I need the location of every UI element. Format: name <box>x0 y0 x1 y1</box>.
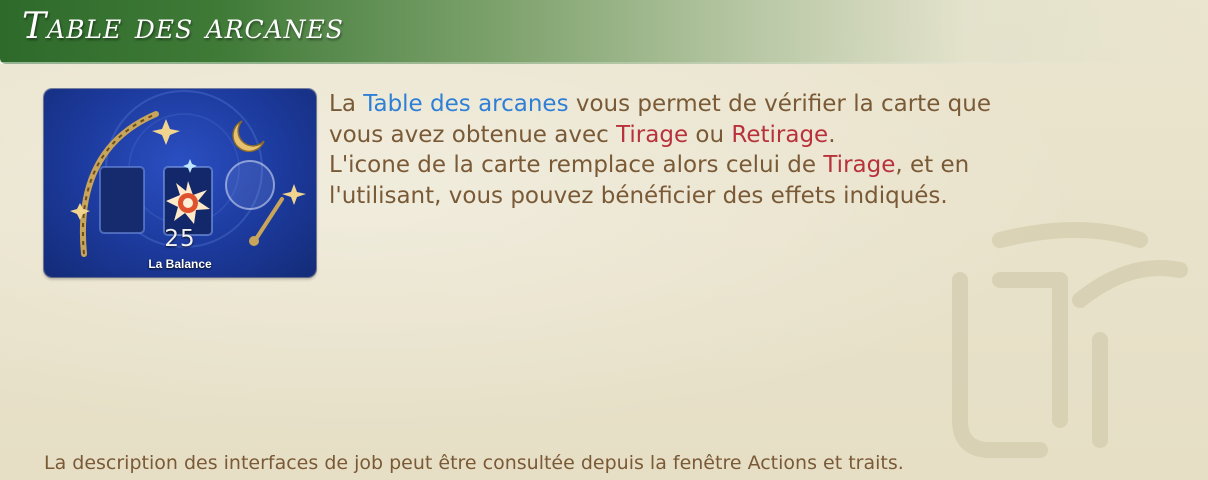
title-bar: Table des arcanes <box>0 0 1208 64</box>
description-text: La Table des arcanes vous permet de véri… <box>329 89 1199 211</box>
text-segment: . <box>828 121 836 148</box>
keyword-tirage: Tirage <box>823 152 896 178</box>
description-line: vous avez obtenue avec Tirage ou Retirag… <box>329 120 1199 151</box>
text-segment: L'icone de la carte remplace alors celui… <box>329 152 824 178</box>
page-title: Table des arcanes <box>22 6 344 47</box>
description-line: L'icone de la carte remplace alors celui… <box>329 150 1199 181</box>
footer-note: La description des interfaces de job peu… <box>44 452 904 474</box>
text-segment: vous avez obtenue avec <box>329 121 617 148</box>
watermark-glyph-icon <box>952 222 1188 458</box>
keyword-retirage: Retirage <box>731 121 829 148</box>
text-segment: vous permet de vérifier la carte que <box>568 91 991 117</box>
text-segment: ou <box>688 121 732 148</box>
description-line: l'utilisant, vous pouvez bénéficier des … <box>329 181 1199 212</box>
text-segment: La <box>329 91 364 117</box>
card-number: 25 <box>164 226 196 252</box>
text-segment: l'utilisant, vous pouvez bénéficier des … <box>329 182 948 209</box>
keyword-table-des-arcanes: Table des arcanes <box>363 91 569 117</box>
text-segment: , et en <box>895 152 970 178</box>
keyword-tirage: Tirage <box>616 121 689 148</box>
card-name: La Balance <box>148 257 212 271</box>
help-panel: Table des arcanes 25 La Balance La Table… <box>0 0 1208 480</box>
arcana-card-image: 25 La Balance <box>44 89 316 277</box>
description-line: La Table des arcanes vous permet de véri… <box>329 89 1199 120</box>
